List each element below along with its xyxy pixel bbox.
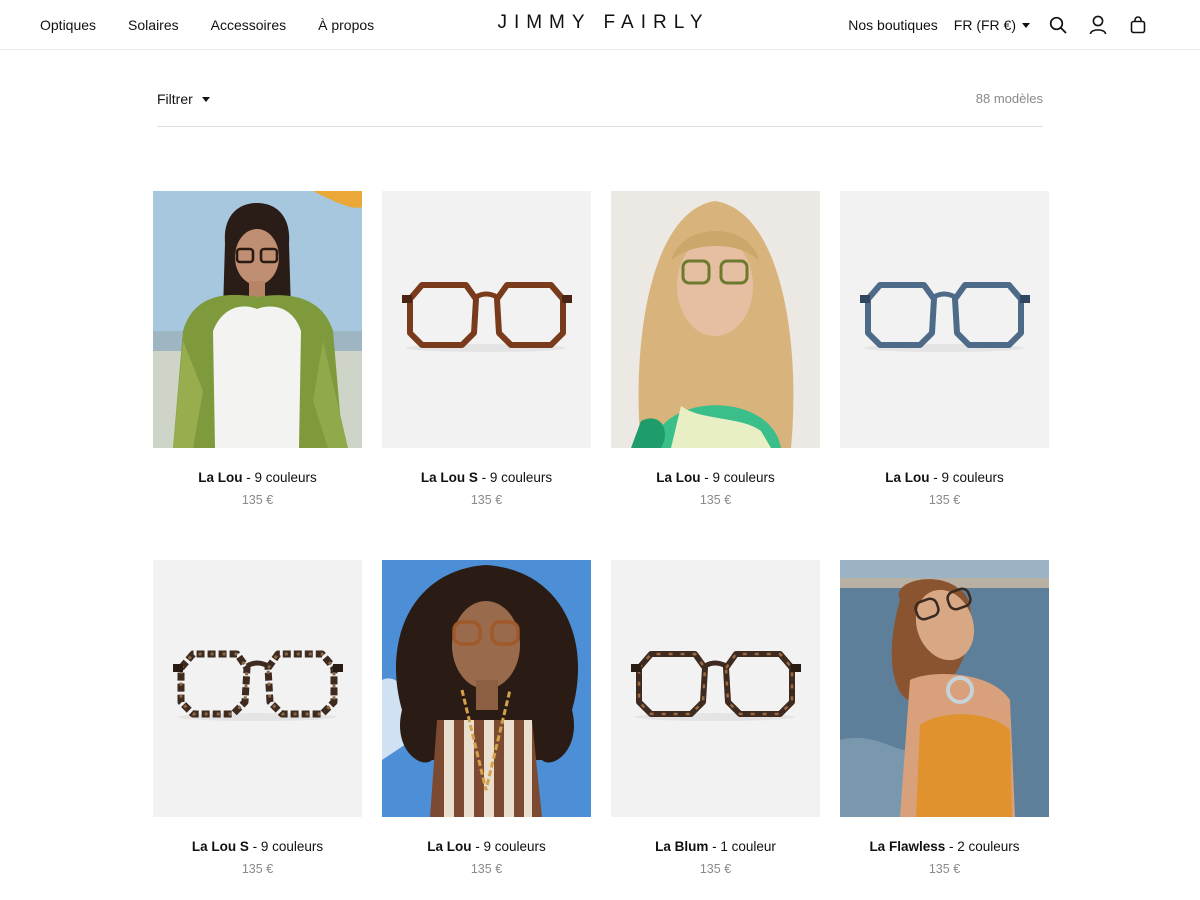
product-title[interactable]: La Lou S - 9 couleurs (153, 839, 362, 854)
product-name: La Lou (198, 470, 243, 485)
product-image-frame[interactable] (153, 560, 362, 817)
filter-bar: Filtrer 88 modèles (157, 80, 1043, 127)
product-price: 135 € (699, 493, 732, 507)
product-title[interactable]: La Lou S - 9 couleurs (382, 470, 591, 485)
account-icon[interactable] (1088, 15, 1108, 35)
site-logo[interactable]: JIMMY FAIRLY (490, 12, 709, 33)
product-name: La Blum (655, 839, 709, 854)
product-image-model-curly[interactable] (382, 560, 591, 817)
product-name: La Lou (656, 470, 701, 485)
product-variants: - 9 couleurs (246, 470, 317, 485)
filter-label: Filtrer (157, 91, 193, 107)
product-variants: - 9 couleurs (933, 470, 1004, 485)
product-variants: - 9 couleurs (704, 470, 775, 485)
product-image-frame[interactable] (611, 560, 820, 817)
main-nav: Optiques Solaires Accessoires À propos (40, 0, 374, 50)
bag-icon[interactable] (1128, 15, 1148, 35)
nav-solaires[interactable]: Solaires (128, 17, 179, 33)
filter-button[interactable]: Filtrer (157, 91, 210, 107)
product-card[interactable]: La Blum - 1 couleur 135 € (611, 560, 820, 900)
product-card[interactable]: La Lou - 9 couleurs 135 € (840, 191, 1049, 560)
product-image-frame[interactable] (382, 191, 591, 448)
header-actions: Nos boutiques FR (FR €) (848, 0, 1148, 50)
product-grid: La Lou - 9 couleurs 135 € La Lou S - 9 c… (153, 191, 1049, 900)
product-name: La Lou (427, 839, 472, 854)
product-variants: - 1 couleur (712, 839, 776, 854)
product-card[interactable]: La Lou S - 9 couleurs 135 € (153, 560, 362, 900)
product-image-model-beach[interactable] (153, 191, 362, 448)
product-price: 135 € (241, 493, 274, 507)
caret-down-icon (201, 97, 210, 102)
product-card[interactable]: La Flawless - 2 couleurs 135 € (840, 560, 1049, 900)
results-count: 88 modèles (975, 91, 1043, 106)
product-name: La Lou S (191, 839, 249, 854)
product-image-frame[interactable] (840, 191, 1049, 448)
product-price: 135 € (470, 493, 503, 507)
product-variants: - 9 couleurs (252, 839, 324, 854)
search-icon[interactable] (1048, 15, 1068, 35)
product-image-model-sea[interactable] (840, 560, 1049, 817)
product-price: 135 € (699, 862, 732, 876)
product-card[interactable]: La Lou - 9 couleurs 135 € (382, 560, 591, 900)
product-title[interactable]: La Lou - 9 couleurs (840, 470, 1049, 485)
product-card[interactable]: La Lou - 9 couleurs 135 € (611, 191, 820, 560)
product-price: 135 € (928, 862, 961, 876)
product-image-model-blonde[interactable] (611, 191, 820, 448)
product-title[interactable]: La Blum - 1 couleur (611, 839, 820, 854)
nav-a-propos[interactable]: À propos (318, 17, 374, 33)
product-title[interactable]: La Lou - 9 couleurs (382, 839, 591, 854)
product-name: La Flawless (869, 839, 946, 854)
currency-label: FR (FR €) (953, 17, 1016, 33)
nav-accessoires[interactable]: Accessoires (211, 17, 286, 33)
stores-link[interactable]: Nos boutiques (848, 17, 938, 33)
product-price: 135 € (470, 862, 503, 876)
product-title[interactable]: La Lou - 9 couleurs (153, 470, 362, 485)
product-title[interactable]: La Lou - 9 couleurs (611, 470, 820, 485)
product-name: La Lou S (420, 470, 478, 485)
currency-selector[interactable]: FR (FR €) (954, 17, 1030, 33)
product-price: 135 € (241, 862, 274, 876)
nav-optiques[interactable]: Optiques (40, 17, 96, 33)
product-card[interactable]: La Lou S - 9 couleurs 135 € (382, 191, 591, 560)
product-variants: - 2 couleurs (949, 839, 1020, 854)
product-card[interactable]: La Lou - 9 couleurs 135 € (153, 191, 362, 560)
product-variants: - 9 couleurs (481, 470, 553, 485)
product-variants: - 9 couleurs (475, 839, 546, 854)
product-title[interactable]: La Flawless - 2 couleurs (840, 839, 1049, 854)
product-price: 135 € (928, 493, 961, 507)
chevron-down-icon (1022, 23, 1030, 28)
product-name: La Lou (885, 470, 930, 485)
site-header: Optiques Solaires Accessoires À propos J… (0, 0, 1200, 50)
